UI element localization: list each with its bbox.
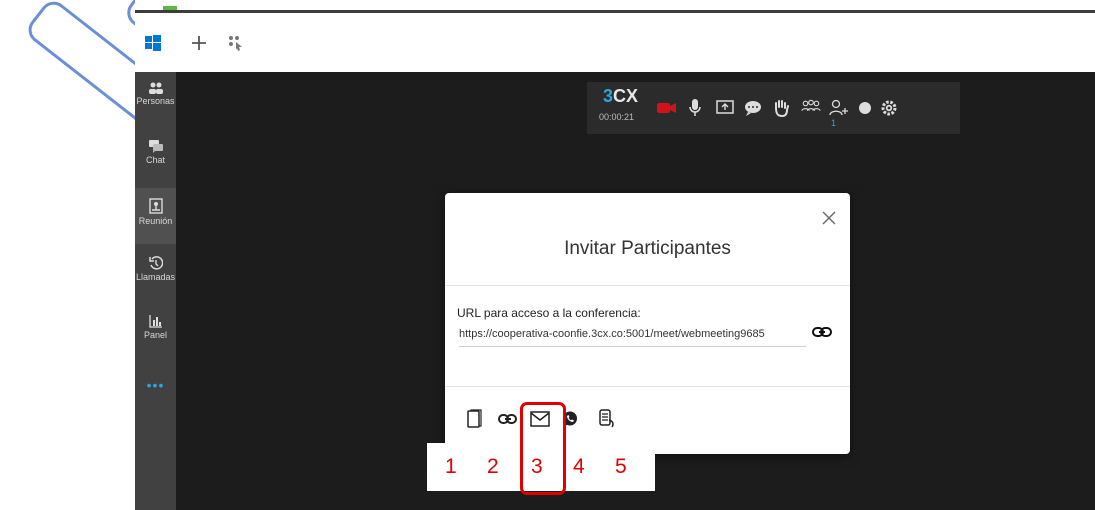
- annotation-number: 1: [445, 455, 457, 478]
- annotation-number: 4: [573, 455, 585, 478]
- call-controls-bar: 3CX 00:00:21 1: [587, 82, 960, 134]
- sidebar-item-label: Reunión: [138, 216, 173, 226]
- call-timer: 00:00:21: [599, 112, 635, 122]
- sidebar-item-llamadas[interactable]: Llamadas: [135, 246, 176, 302]
- people-icon: [148, 82, 163, 94]
- sidebar-item-label: Chat: [145, 155, 165, 165]
- phone-icon[interactable]: [595, 408, 617, 430]
- divider: [445, 285, 850, 286]
- record-icon[interactable]: [855, 98, 875, 118]
- windows-logo-icon[interactable]: [141, 31, 165, 55]
- link-icon[interactable]: [497, 408, 519, 430]
- close-icon[interactable]: [820, 209, 838, 227]
- sidebar: Personas Chat Reunión Llamadas Panel •••: [135, 72, 176, 510]
- sidebar-item-label: Llamadas: [135, 272, 176, 282]
- sidebar-item-personas[interactable]: Personas: [135, 72, 176, 128]
- copy-link-icon[interactable]: [811, 321, 833, 343]
- url-label: URL para acceso a la conferencia:: [457, 306, 641, 320]
- chat-bubble-icon[interactable]: [743, 98, 763, 118]
- participant-count: 1: [831, 118, 837, 128]
- gear-icon[interactable]: [879, 98, 899, 118]
- participants-icon[interactable]: [801, 98, 821, 118]
- history-icon: [148, 256, 163, 270]
- add-person-icon[interactable]: [829, 98, 849, 118]
- group-pointer-icon[interactable]: [223, 31, 247, 55]
- meeting-icon: [148, 198, 163, 214]
- annotation-number: 5: [615, 455, 627, 478]
- highlight-box: [520, 402, 566, 495]
- annotation-number: 2: [487, 455, 499, 478]
- chart-icon: [148, 315, 162, 328]
- window-accent: [163, 6, 177, 10]
- chat-icon: [148, 140, 163, 153]
- screen-share-icon[interactable]: [715, 98, 735, 118]
- more-icon[interactable]: •••: [135, 377, 176, 393]
- sidebar-item-chat[interactable]: Chat: [135, 130, 176, 186]
- divider: [445, 386, 850, 387]
- brand-logo: 3CX: [603, 86, 639, 106]
- conference-url[interactable]: https://cooperativa-coonfie.3cx.co:5001/…: [459, 328, 806, 347]
- plus-icon[interactable]: [187, 31, 211, 55]
- sidebar-item-label: Personas: [136, 96, 175, 106]
- dialog-title: Invitar Participantes: [564, 238, 731, 259]
- microphone-icon[interactable]: [685, 98, 705, 118]
- sidebar-item-reunion[interactable]: Reunión: [135, 188, 176, 244]
- sidebar-item-panel[interactable]: Panel: [135, 304, 176, 360]
- sidebar-item-label: Panel: [143, 330, 168, 340]
- camera-off-icon[interactable]: [657, 98, 677, 118]
- top-toolbar: [135, 13, 1095, 72]
- invite-participants-dialog: Invitar Participantes URL para acceso a …: [445, 193, 850, 454]
- copy-icon[interactable]: [463, 408, 485, 430]
- raise-hand-icon[interactable]: [771, 98, 791, 118]
